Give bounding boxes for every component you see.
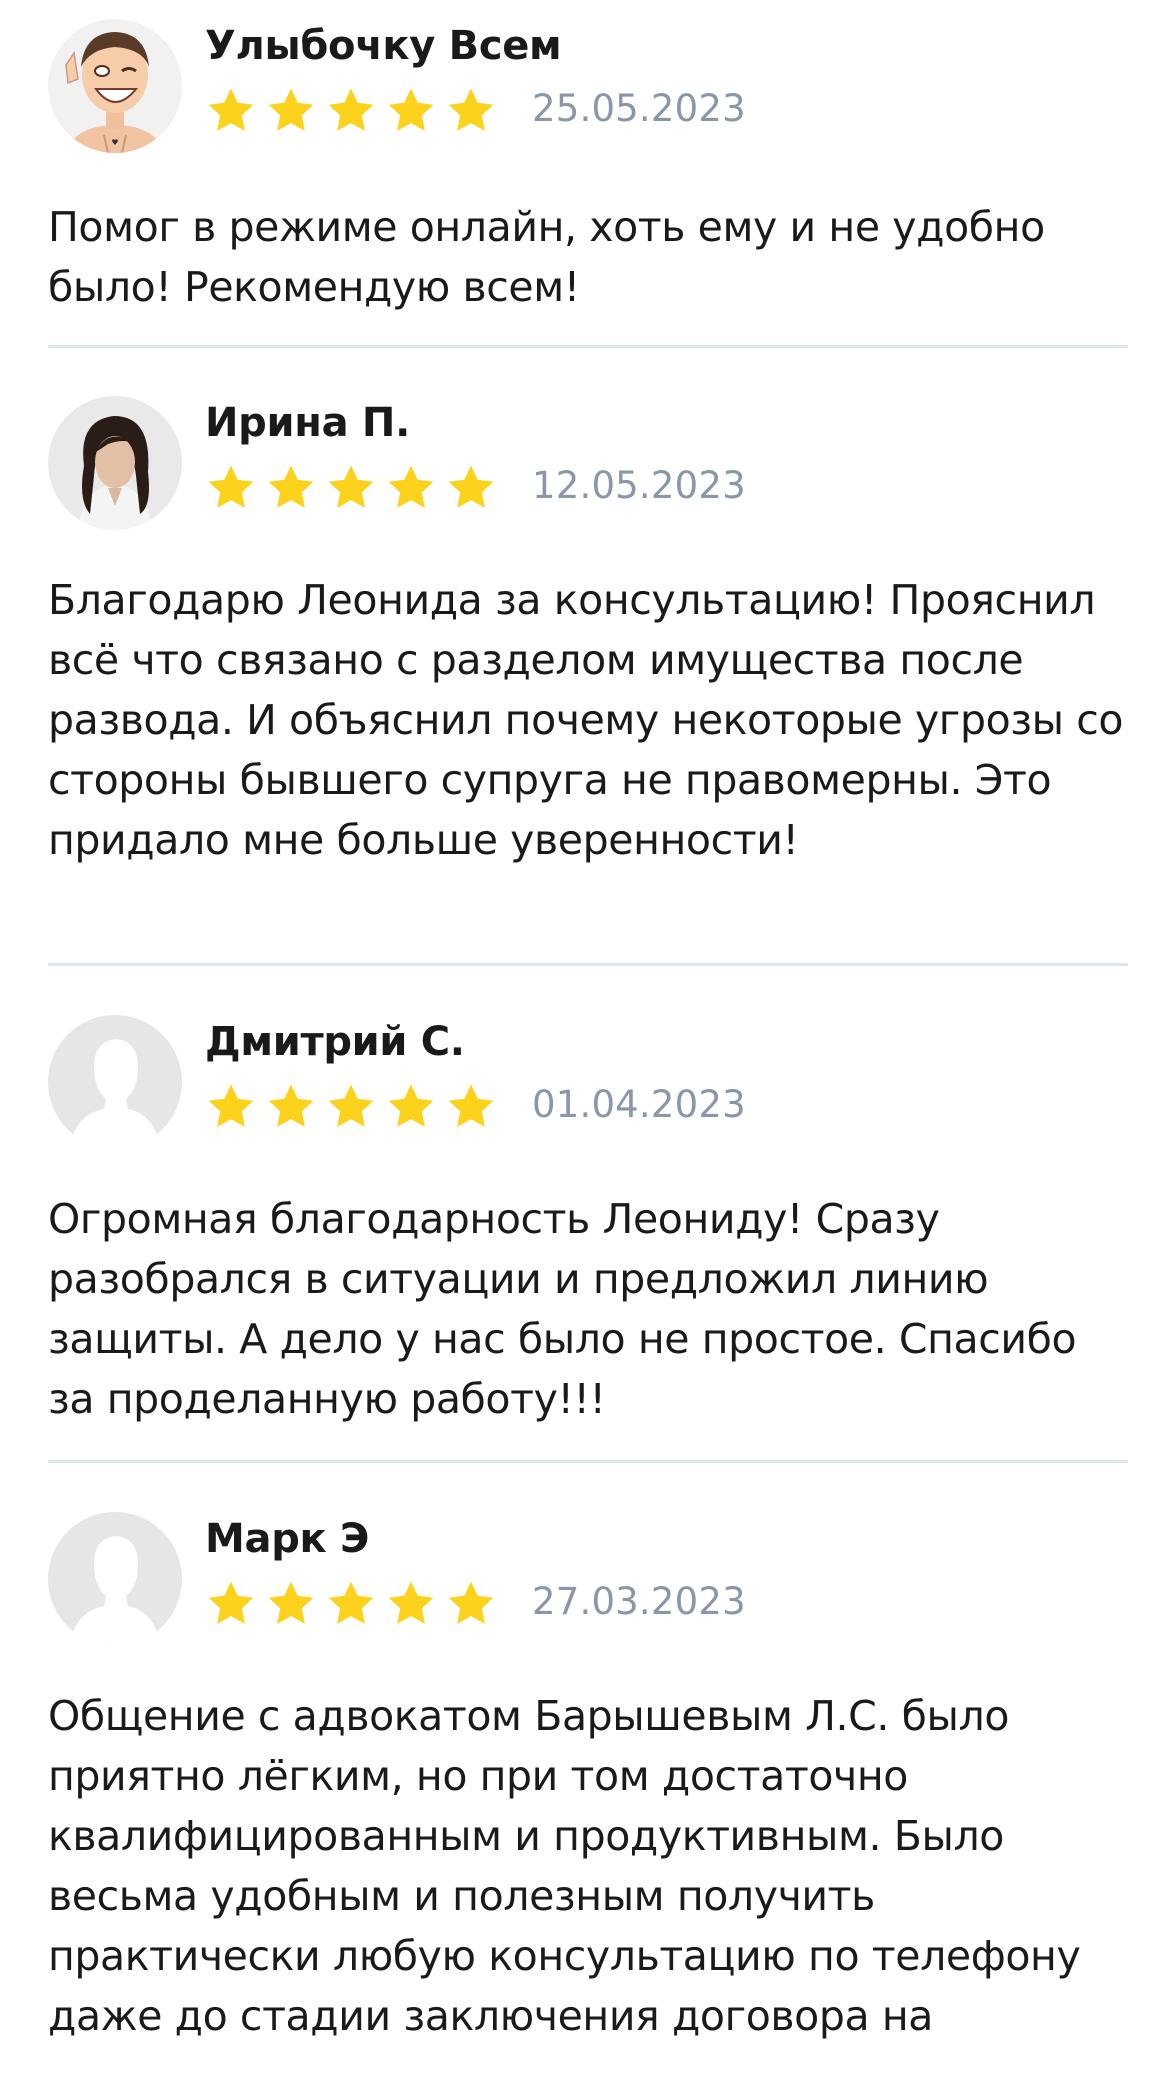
review-header: ♥ Улыбочку Всем 25.05.2023: [48, 19, 1128, 155]
reviewer-avatar[interactable]: ♥: [48, 19, 182, 153]
reviews-page: { "reviews": [ { "author": "Улыбочку Все…: [0, 0, 1170, 2079]
star-icon: [445, 1578, 497, 1630]
review-card: Марк Э 27.03.2023 Общение с адвокатом Ба…: [48, 1512, 1128, 2046]
review-date: 27.03.2023: [532, 1580, 746, 1623]
cartoon-avatar-icon: ♥: [48, 19, 182, 153]
review-header: Дмитрий С. 01.04.2023: [48, 1015, 1128, 1151]
review-card: Ирина П. 12.05.2023 Благодарю Леонида за…: [48, 396, 1128, 870]
review-card: Дмитрий С. 01.04.2023 Огромная благодарн…: [48, 1015, 1128, 1429]
reviewer-name[interactable]: Улыбочку Всем: [205, 23, 562, 69]
star-icon: [205, 85, 257, 137]
reviewer-avatar[interactable]: [48, 1512, 182, 1646]
review-header: Марк Э 27.03.2023: [48, 1512, 1128, 1648]
star-icon: [205, 462, 257, 514]
reviewer-avatar[interactable]: [48, 396, 182, 530]
user-silhouette-icon: [48, 1512, 182, 1646]
star-icon: [265, 1578, 317, 1630]
star-icon: [325, 1578, 377, 1630]
star-icon: [385, 1578, 437, 1630]
star-icon: [325, 1081, 377, 1133]
rating-stars: [205, 1578, 497, 1630]
review-text: Общение с адвокатом Барышевым Л.С. было …: [48, 1692, 1081, 2040]
review-text: Помог в режиме онлайн, хоть ему и не удо…: [48, 203, 1045, 311]
star-icon: [265, 85, 317, 137]
star-icon: [445, 1081, 497, 1133]
review-card: ♥ Улыбочку Всем 25.05.2023 Помог в режим…: [48, 19, 1128, 317]
star-icon: [385, 1081, 437, 1133]
star-icon: [265, 1081, 317, 1133]
review-header: Ирина П. 12.05.2023: [48, 396, 1128, 532]
star-icon: [385, 85, 437, 137]
review-date: 12.05.2023: [532, 464, 746, 507]
star-icon: [205, 1081, 257, 1133]
review-divider: [48, 963, 1128, 966]
review-date: 01.04.2023: [532, 1083, 746, 1126]
star-icon: [325, 85, 377, 137]
rating-stars: [205, 462, 497, 514]
reviewer-name[interactable]: Ирина П.: [205, 400, 410, 446]
reviewer-name[interactable]: Дмитрий С.: [205, 1019, 465, 1065]
user-silhouette-icon: [48, 1015, 182, 1149]
star-icon: [445, 462, 497, 514]
photo-avatar-icon: [48, 396, 182, 530]
rating-stars: [205, 1081, 497, 1133]
review-divider: [48, 1460, 1128, 1463]
reviewer-avatar[interactable]: [48, 1015, 182, 1149]
star-icon: [325, 462, 377, 514]
review-divider: [48, 345, 1128, 348]
review-date: 25.05.2023: [532, 87, 746, 130]
review-text: Благодарю Леонида за консультацию! Прояс…: [48, 576, 1124, 864]
svg-text:♥: ♥: [111, 138, 118, 147]
review-text: Огромная благодарность Леониду! Сразу ра…: [48, 1195, 1077, 1423]
star-icon: [445, 85, 497, 137]
star-icon: [205, 1578, 257, 1630]
rating-stars: [205, 85, 497, 137]
star-icon: [385, 462, 437, 514]
star-icon: [265, 462, 317, 514]
reviewer-name[interactable]: Марк Э: [205, 1516, 369, 1562]
